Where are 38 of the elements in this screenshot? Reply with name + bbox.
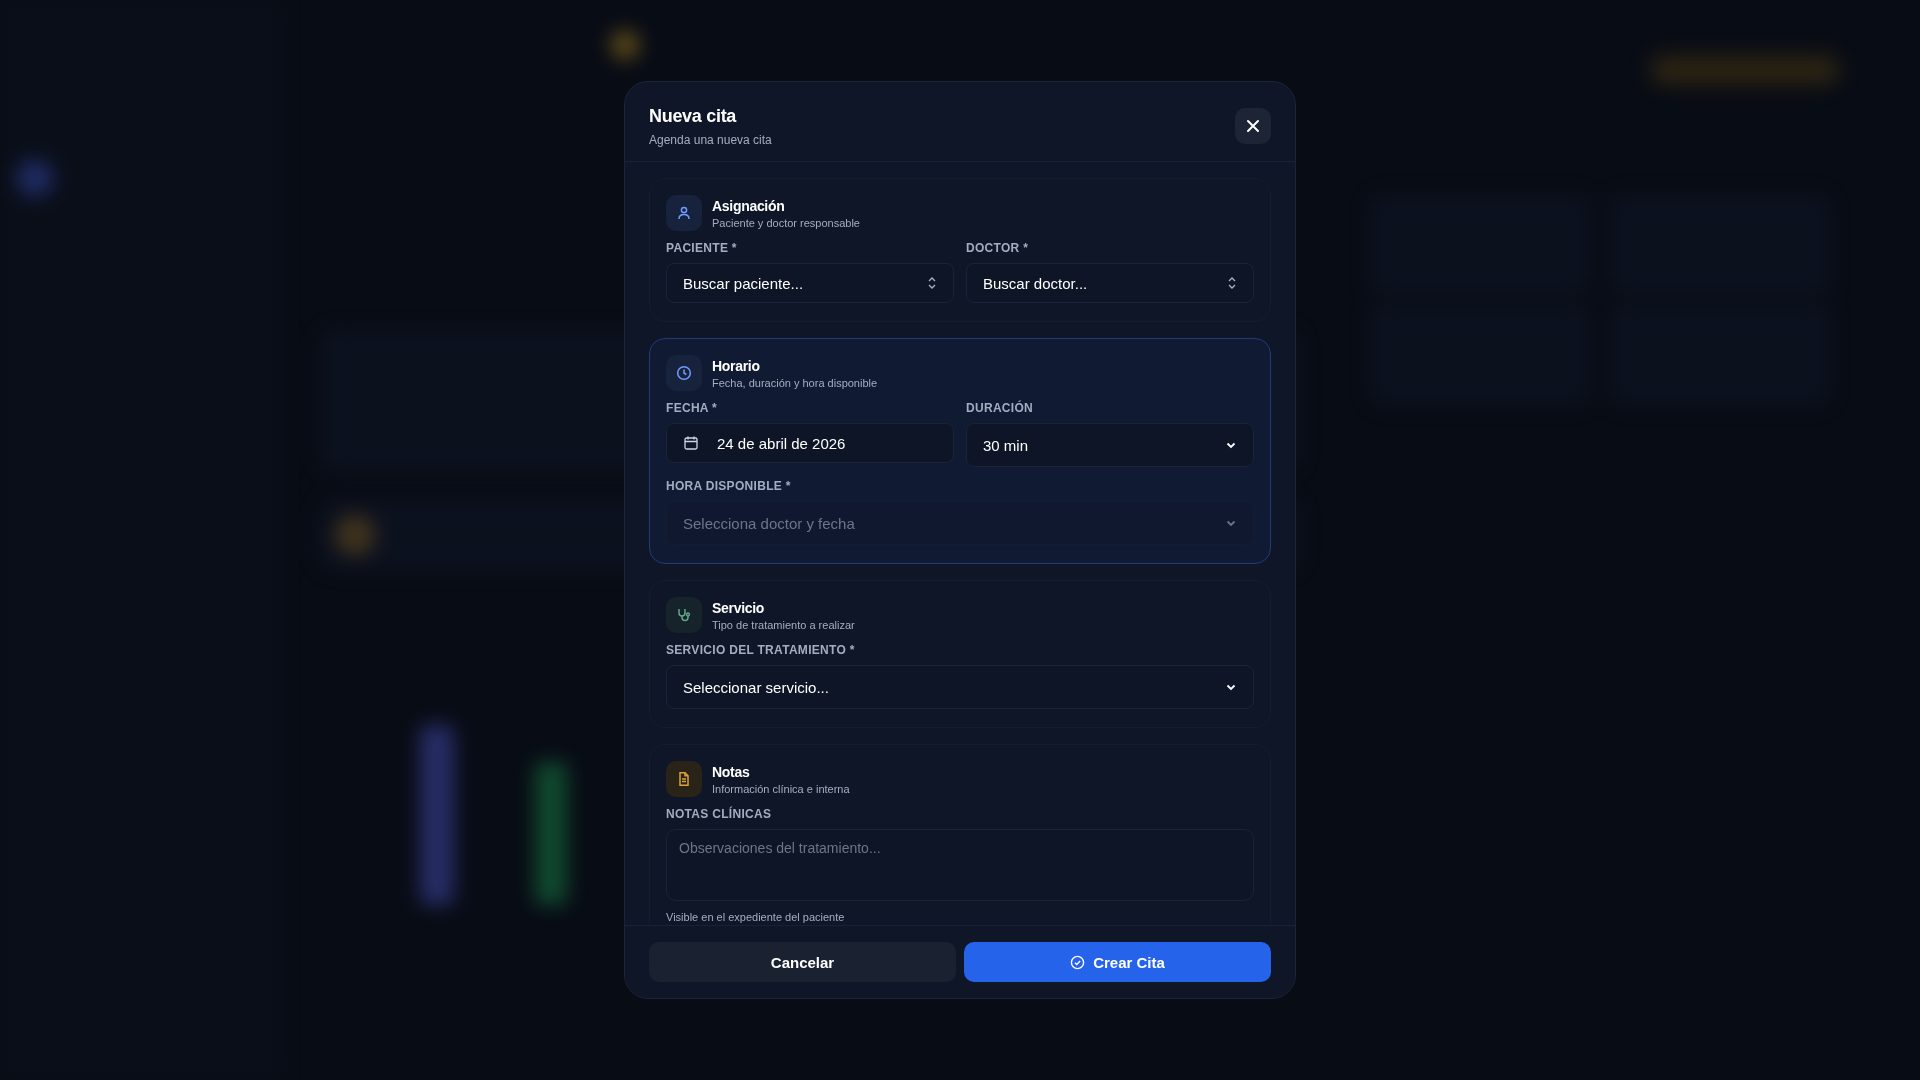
dialog-subtitle: Agenda una nueva cita xyxy=(649,133,772,147)
field-label: NOTAS CLÍNICAS xyxy=(666,807,773,821)
section-subtitle: Paciente y doctor responsable xyxy=(712,216,860,229)
section-subtitle: Tipo de tratamiento a realizar xyxy=(712,618,855,631)
create-button[interactable]: Crear Cita xyxy=(964,942,1271,982)
dialog-title: Nueva cita xyxy=(649,106,738,127)
clock-icon xyxy=(676,365,692,381)
close-icon xyxy=(1246,119,1260,133)
calendar-icon xyxy=(683,435,699,451)
cancel-button[interactable]: Cancelar xyxy=(649,942,956,982)
section-title: Horario xyxy=(712,357,761,374)
nav-item-icon xyxy=(17,160,53,196)
section-title: Servicio xyxy=(712,599,766,616)
field-label: PACIENTE * xyxy=(666,241,738,255)
section-subtitle: Información clínica e interna xyxy=(712,782,850,795)
select-field[interactable]: 30 min xyxy=(966,423,1254,467)
check-circle-icon xyxy=(1070,954,1086,970)
field-label: SERVICIO DEL TRATAMIENTO * xyxy=(666,643,856,657)
field-label: DOCTOR * xyxy=(966,241,1030,255)
updown-icon xyxy=(927,276,937,290)
field-hint: Visible en el expediente del paciente xyxy=(666,911,846,923)
field-label: DURACIÓN xyxy=(966,401,1035,415)
person-icon xyxy=(676,205,692,221)
combobox-field[interactable]: Buscar paciente... xyxy=(666,263,954,303)
section-title: Notas xyxy=(712,763,751,780)
close-button[interactable] xyxy=(1235,108,1271,144)
updown-icon xyxy=(1227,276,1237,290)
section-title: Asignación xyxy=(712,197,786,214)
date-field[interactable]: 24 de abril de 2026 xyxy=(666,423,954,463)
select-field[interactable]: Seleccionar servicio... xyxy=(666,665,1254,709)
document-icon xyxy=(676,771,692,787)
section-subtitle: Fecha, duración y hora disponible xyxy=(712,376,878,389)
field-label: FECHA * xyxy=(666,401,718,415)
notes-field[interactable]: Observaciones del tratamiento... xyxy=(666,829,1254,901)
stethoscope-icon xyxy=(676,607,692,623)
notice-icon xyxy=(335,515,375,555)
combobox-field[interactable]: Buscar doctor... xyxy=(966,263,1254,303)
field-label: HORA DISPONIBLE * xyxy=(666,479,792,493)
